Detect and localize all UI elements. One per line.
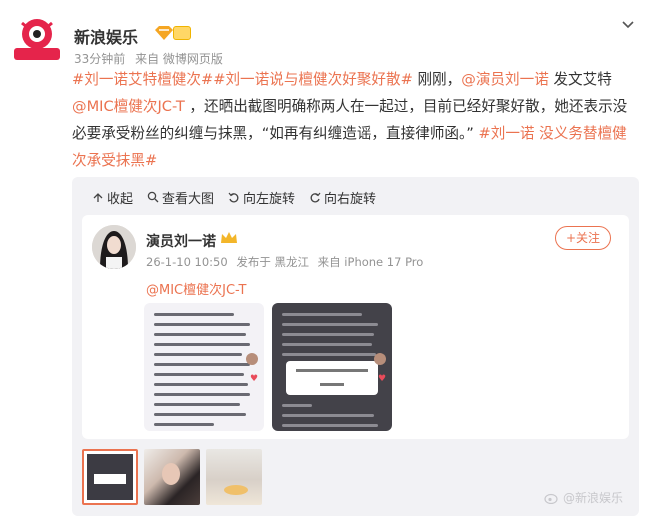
rotate-right-button[interactable]: 向右旋转 <box>309 188 377 207</box>
watermark-text: @新浪娱乐 <box>562 491 623 505</box>
collapse-label: 收起 <box>107 191 134 207</box>
thumbnail-strip <box>82 449 262 505</box>
post-meta: 33分钟前 来自 微博网页版 <box>74 50 229 67</box>
watermark: @新浪娱乐 <box>544 489 623 506</box>
image-toolbar: 收起 查看大图 向左旋转 向右旋转 <box>92 188 377 207</box>
collapse-button[interactable]: 收起 <box>92 188 134 207</box>
post-source: 来自 微博网页版 <box>135 52 223 66</box>
comment-avatar <box>374 353 386 365</box>
mention-link[interactable]: @MIC檀健次JC-T <box>72 98 185 115</box>
media-container: 收起 查看大图 向左旋转 向右旋转 演员刘一诺 26-1-10 10:50 发布… <box>72 177 639 516</box>
arrow-up-icon <box>93 193 103 202</box>
comment-avatar <box>246 353 258 365</box>
member-badge-icon <box>173 26 191 40</box>
follow-button[interactable]: +关注 <box>555 226 611 250</box>
author-avatar[interactable] <box>10 12 64 66</box>
magnifier-icon <box>147 191 159 203</box>
quoted-device: 来自 iPhone 17 Pro <box>317 255 424 269</box>
post-text-segment: 刚刚， <box>412 71 462 88</box>
author-name[interactable]: 新浪娱乐 <box>74 24 138 48</box>
quoted-author-avatar[interactable] <box>92 225 136 269</box>
chevron-down-icon[interactable] <box>620 16 636 32</box>
weibo-logo-icon <box>544 493 558 504</box>
view-large-label: 查看大图 <box>162 191 215 207</box>
screenshot-dialog <box>286 361 378 395</box>
heart-icon: ♥ <box>250 374 259 384</box>
quoted-location: 发布于 黑龙江 <box>236 255 309 269</box>
mention-link[interactable]: @演员刘一诺 <box>461 71 549 88</box>
rotate-right-icon <box>310 192 321 203</box>
heart-icon: ♥ <box>378 374 387 384</box>
rotate-right-label: 向右旋转 <box>324 191 377 207</box>
post-header: 新浪娱乐 33分钟前 来自 微博网页版 <box>10 10 650 70</box>
crown-badge-icon <box>221 232 237 243</box>
rotate-left-label: 向左旋转 <box>243 191 296 207</box>
quoted-post[interactable]: 演员刘一诺 26-1-10 10:50 发布于 黑龙江 来自 iPhone 17… <box>82 215 629 439</box>
quoted-time[interactable]: 26-1-10 10:50 <box>146 255 228 269</box>
thumbnail-2[interactable] <box>144 449 200 505</box>
verified-badge-icon <box>155 26 173 40</box>
rotate-left-icon <box>228 192 239 203</box>
thumbnail-1-selected[interactable] <box>82 449 138 505</box>
quoted-image-statement[interactable]: ♥ <box>144 303 264 431</box>
post-time[interactable]: 33分钟前 <box>74 52 125 66</box>
post-text: #刘一诺艾特檀健次##刘一诺说与檀健次好聚好散# 刚刚，@演员刘一诺 发文艾特 … <box>72 66 632 174</box>
quoted-meta: 26-1-10 10:50 发布于 黑龙江 来自 iPhone 17 Pro <box>146 254 428 270</box>
hashtag-link[interactable]: #刘一诺艾特檀健次# <box>72 71 213 88</box>
quoted-author-name[interactable]: 演员刘一诺 <box>146 231 216 251</box>
hashtag-link[interactable]: #刘一诺说与檀健次好聚好散# <box>213 71 413 88</box>
rotate-left-button[interactable]: 向左旋转 <box>228 188 296 207</box>
quoted-image-dialog[interactable]: ♥ <box>272 303 392 431</box>
post-text-segment: 发文艾特 <box>548 71 612 88</box>
quoted-mention[interactable]: @MIC檀健次JC-T <box>146 279 246 298</box>
view-large-button[interactable]: 查看大图 <box>147 188 215 207</box>
thumbnail-3[interactable] <box>206 449 262 505</box>
